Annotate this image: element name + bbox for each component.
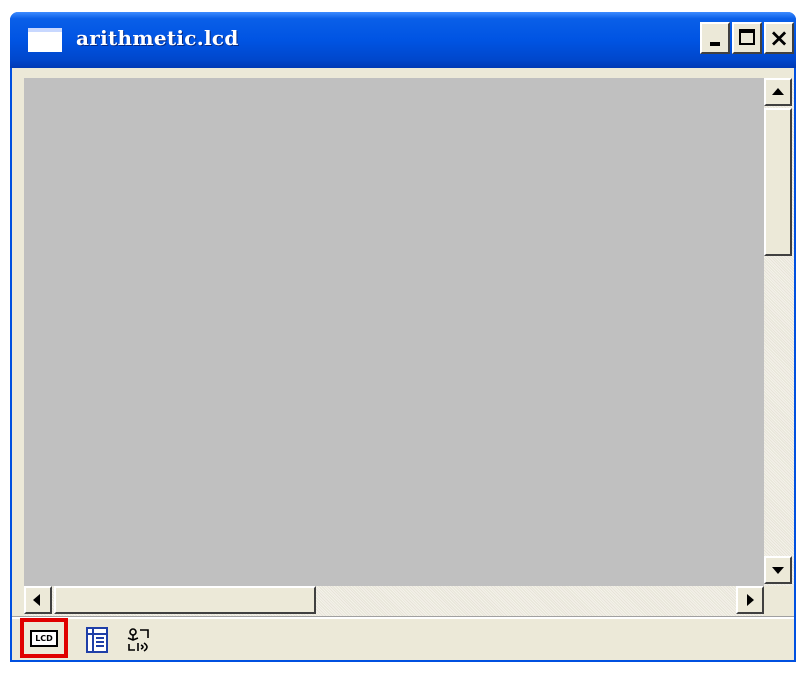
scroll-up-button[interactable] xyxy=(764,78,792,106)
arrow-right-icon xyxy=(747,594,754,606)
vertical-scroll-thumb[interactable] xyxy=(764,108,792,256)
lcd-canvas-area[interactable] xyxy=(24,78,764,586)
app-window: arithmetic.lcd × LCD xyxy=(10,12,796,662)
minimize-button[interactable] xyxy=(700,22,730,54)
scroll-right-button[interactable] xyxy=(736,586,764,614)
window-title: arithmetic.lcd xyxy=(76,26,239,50)
title-bar[interactable]: arithmetic.lcd × xyxy=(10,12,796,68)
maximize-button[interactable] xyxy=(732,22,762,54)
close-icon: × xyxy=(768,24,790,52)
scroll-down-button[interactable] xyxy=(764,556,792,584)
scrollbar-corner xyxy=(764,586,794,616)
horizontal-scroll-thumb[interactable] xyxy=(54,586,316,614)
arrow-left-icon xyxy=(33,594,40,606)
vertical-scrollbar[interactable] xyxy=(764,78,794,586)
scroll-left-button[interactable] xyxy=(24,586,52,614)
view-toolbar: LCD xyxy=(12,618,794,658)
minimize-icon xyxy=(710,42,720,46)
maximize-icon xyxy=(739,29,755,45)
window-app-icon xyxy=(28,28,62,52)
horizontal-scrollbar[interactable] xyxy=(24,586,764,616)
lcd-view-button[interactable]: LCD xyxy=(20,618,68,658)
arrow-up-icon xyxy=(772,88,784,95)
arrow-down-icon xyxy=(772,567,784,574)
list-view-icon xyxy=(86,627,108,653)
list-view-button[interactable] xyxy=(78,624,118,656)
io-view-icon xyxy=(127,628,149,652)
close-button[interactable]: × xyxy=(764,22,794,54)
lcd-view-icon: LCD xyxy=(30,630,58,647)
io-view-button[interactable] xyxy=(120,624,160,656)
